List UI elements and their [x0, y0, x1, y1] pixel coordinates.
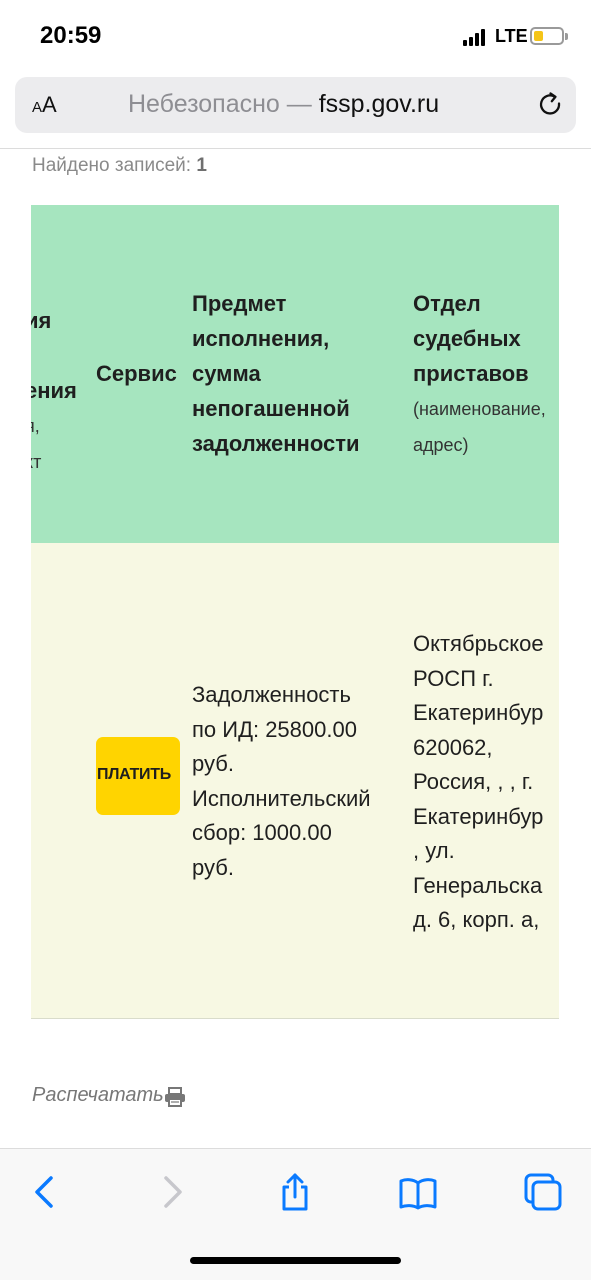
department-cell: Октябрьское РОСП г. Екатеринбур 620062, …: [413, 631, 544, 932]
partial-header-line: [31, 338, 85, 373]
tabs-icon[interactable]: [523, 1172, 563, 1212]
subject-column-header: Предмет исполнения, сумма непогашенной з…: [192, 291, 360, 456]
signal-icon: [463, 28, 489, 46]
pay-button[interactable]: ПЛАТИТЬ: [96, 737, 180, 815]
print-link[interactable]: Распечатать: [32, 1084, 164, 1107]
printer-icon[interactable]: [164, 1087, 186, 1107]
home-indicator[interactable]: [190, 1257, 401, 1264]
back-icon[interactable]: [25, 1172, 65, 1212]
forward-icon[interactable]: [152, 1172, 192, 1212]
records-count: 1: [196, 155, 207, 176]
url-display[interactable]: Небезопасно — fssp.gov.ru: [128, 90, 439, 119]
address-bar[interactable]: AA Небезопасно — fssp.gov.ru: [15, 77, 576, 133]
url-host: fssp.gov.ru: [318, 90, 440, 118]
security-warning: Небезопасно —: [128, 90, 319, 118]
subject-cell: Задолженность по ИД: 25800.00 руб. Испол…: [192, 682, 371, 880]
service-column-header: Сервис: [96, 361, 177, 386]
partial-header-line: ения: [31, 378, 77, 403]
records-found: Найдено записей: 1: [32, 155, 207, 176]
bookmarks-icon[interactable]: [398, 1172, 438, 1212]
status-bar: 20:59 LTE: [0, 0, 591, 72]
toolbar-divider: [0, 148, 591, 149]
status-time: 20:59: [40, 22, 102, 49]
partial-header-line: я,: [31, 416, 40, 436]
partial-header-line: (: [31, 480, 85, 516]
partial-header-line: ия: [31, 308, 52, 333]
results-table[interactable]: ия ения я, кт ( Сервис Предмет исполнени…: [31, 205, 559, 1020]
partial-column-header: ия ения я, кт (: [31, 303, 85, 516]
department-column-header: Отдел судебных приставов (наименование, …: [413, 291, 546, 455]
text-size-button[interactable]: AA: [32, 92, 57, 118]
network-type: LTE: [495, 26, 528, 46]
partial-header-line: кт: [31, 452, 42, 472]
table-header: ия ения я, кт ( Сервис Предмет исполнени…: [31, 205, 559, 543]
share-icon[interactable]: [275, 1172, 315, 1212]
battery-icon: [530, 27, 568, 45]
reload-icon[interactable]: [537, 91, 565, 119]
table-row: ПЛАТИТЬ Задолженность по ИД: 25800.00 ру…: [31, 543, 559, 1019]
